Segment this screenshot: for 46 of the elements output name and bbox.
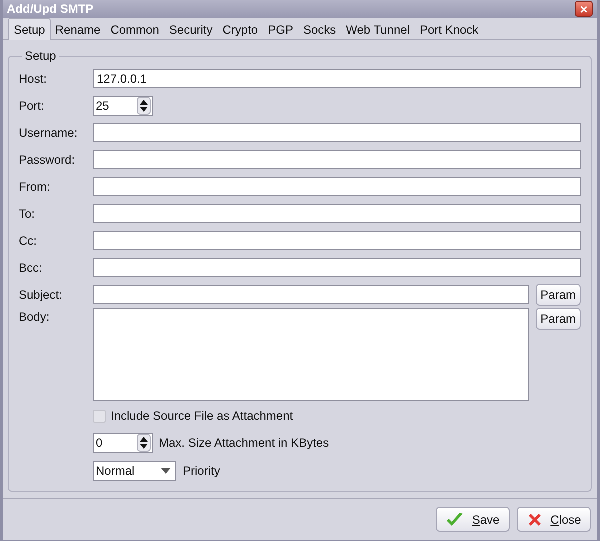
field-label: Bcc: [19, 260, 44, 276]
spin-arrows-icon[interactable] [137, 96, 151, 114]
text-field[interactable] [93, 177, 581, 196]
group-title: Setup [24, 48, 58, 65]
field-label: Priority [183, 463, 220, 480]
field-label: Cc: [19, 232, 38, 250]
field-label: To: [19, 206, 36, 222]
tab[interactable]: Port Knock [416, 20, 483, 39]
field-label: Host: [19, 70, 48, 88]
window-title: Add/Upd SMTP [7, 1, 94, 18]
dropdown-arrow-icon [161, 468, 171, 474]
close-button[interactable]: × [575, 1, 593, 17]
field-label: Subject: [19, 286, 64, 304]
tab[interactable]: Common [106, 20, 164, 39]
param-button[interactable]: Param [536, 284, 581, 306]
text-field[interactable] [93, 231, 581, 250]
tab[interactable]: Web Tunnel [342, 20, 414, 39]
tab[interactable]: Socks [299, 20, 340, 39]
spin-arrows-icon[interactable] [137, 434, 151, 452]
text-field[interactable] [93, 150, 581, 169]
text-field[interactable]: 127.0.0.1 [93, 69, 581, 88]
tab[interactable]: Rename [51, 20, 105, 39]
close-dialog-button[interactable]: Close [517, 507, 591, 532]
save-button[interactable]: Save [436, 507, 510, 532]
tab[interactable]: Crypto [218, 20, 262, 39]
tab[interactable]: Setup [8, 18, 52, 40]
checkmark-icon [446, 512, 464, 528]
text-field[interactable] [93, 123, 581, 142]
field-label: From: [19, 178, 52, 196]
port-spinner[interactable]: 25 [93, 96, 153, 116]
field-label: Body: [19, 309, 51, 326]
body-textarea[interactable] [93, 308, 529, 401]
text-field[interactable] [93, 258, 581, 277]
tab[interactable]: PGP [264, 20, 298, 39]
field-label: Password: [19, 152, 76, 168]
text-field[interactable] [93, 285, 529, 304]
size-spinner[interactable]: 0 [93, 433, 153, 453]
field-label: Port: [19, 98, 46, 114]
close-icon [526, 512, 543, 528]
tab[interactable]: Security [165, 20, 217, 39]
text-field[interactable] [93, 204, 581, 223]
field-label: Max. Size Attachment in KBytes [159, 435, 330, 452]
param-button[interactable]: Param [536, 308, 581, 330]
field-label: Username: [19, 124, 79, 142]
checkbox-label: Include Source File as Attachment [111, 408, 294, 425]
priority-dropdown[interactable]: Normal [93, 461, 176, 481]
